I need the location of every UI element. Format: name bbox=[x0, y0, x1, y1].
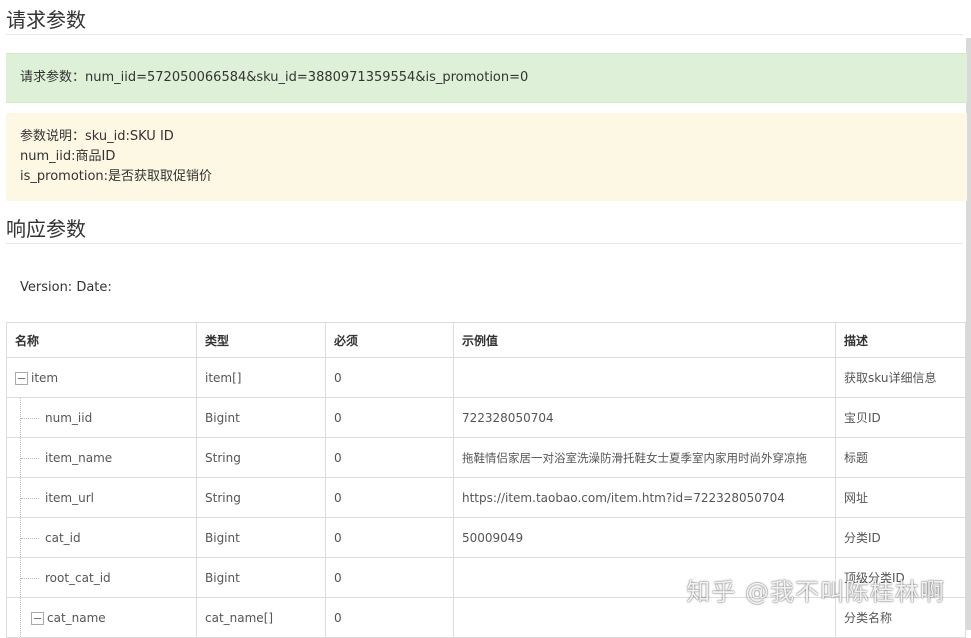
table-row: item_name String 0 拖鞋情侣家居一对浴室洗澡防滑托鞋女士夏季室… bbox=[6, 437, 966, 478]
collapse-toggle-icon[interactable] bbox=[15, 371, 28, 385]
tree-connector bbox=[20, 438, 21, 477]
row-name-cell: root_cat_id bbox=[6, 557, 197, 598]
row-required: 0 bbox=[325, 557, 454, 598]
row-name-cell: item_url bbox=[6, 477, 197, 518]
table-row: item_url String 0 https://item.taobao.co… bbox=[6, 477, 966, 518]
param-note-line: is_promotion:是否获取取促销价 bbox=[20, 169, 213, 184]
tree-branch bbox=[21, 497, 39, 499]
tree-connector bbox=[20, 558, 21, 597]
table-row: cat_id Bigint 0 50009049 分类ID bbox=[6, 517, 966, 558]
row-name-cell: num_iid bbox=[6, 397, 197, 438]
col-header-name: 名称 bbox=[6, 322, 197, 358]
row-required: 0 bbox=[325, 357, 454, 398]
row-desc: 宝贝ID bbox=[835, 397, 966, 438]
divider bbox=[6, 243, 963, 244]
row-name-cell: item_name bbox=[6, 437, 197, 478]
row-type: item[] bbox=[196, 357, 326, 398]
tree-branch bbox=[21, 537, 39, 539]
request-example-text: 请求参数：num_iid=572050066584&sku_id=3880971… bbox=[20, 70, 529, 85]
row-type: String bbox=[196, 437, 326, 478]
tree-connector bbox=[20, 598, 21, 637]
tree-branch bbox=[21, 457, 39, 459]
tree-branch bbox=[21, 577, 39, 579]
row-example: 50009049 bbox=[453, 517, 836, 558]
param-note-line: 参数说明：sku_id:SKU ID bbox=[20, 129, 174, 144]
request-example-alert: 请求参数：num_iid=572050066584&sku_id=3880971… bbox=[6, 53, 967, 103]
row-desc: 标题 bbox=[835, 437, 966, 478]
row-name-cell: item bbox=[6, 357, 197, 398]
col-header-example: 示例值 bbox=[453, 322, 836, 358]
request-params-heading: 请求参数 bbox=[6, 8, 86, 32]
row-name-cell: cat_name bbox=[6, 597, 197, 638]
table-header-row: 名称 类型 必须 示例值 描述 bbox=[6, 322, 966, 358]
tree-connector bbox=[20, 398, 21, 437]
row-type: String bbox=[196, 477, 326, 518]
row-type: Bigint bbox=[196, 517, 326, 558]
row-name: cat_name bbox=[47, 610, 106, 625]
tree-branch bbox=[21, 417, 39, 419]
row-name: cat_id bbox=[45, 530, 81, 545]
tree-connector bbox=[20, 518, 21, 557]
row-desc: 分类ID bbox=[835, 517, 966, 558]
row-desc: 网址 bbox=[835, 477, 966, 518]
col-header-desc: 描述 bbox=[835, 322, 966, 358]
row-required: 0 bbox=[325, 397, 454, 438]
row-required: 0 bbox=[325, 477, 454, 518]
row-example: 拖鞋情侣家居一对浴室洗澡防滑托鞋女士夏季室内家用时尚外穿凉拖 bbox=[453, 437, 836, 478]
row-type: cat_name[] bbox=[196, 597, 326, 638]
table-row: num_iid Bigint 0 722328050704 宝贝ID bbox=[6, 397, 966, 438]
col-header-required: 必须 bbox=[325, 322, 454, 358]
row-type: Bigint bbox=[196, 557, 326, 598]
row-type: Bigint bbox=[196, 397, 326, 438]
row-name: item bbox=[31, 370, 59, 385]
watermark: 知乎 @我不叫陈桂林啊 bbox=[686, 578, 945, 606]
row-name: item_url bbox=[45, 490, 94, 505]
row-desc: 获取sku详细信息 bbox=[835, 357, 966, 398]
col-header-type: 类型 bbox=[196, 322, 326, 358]
response-params-heading: 响应参数 bbox=[6, 217, 86, 241]
table-row: item item[] 0 获取sku详细信息 bbox=[6, 357, 966, 398]
row-required: 0 bbox=[325, 517, 454, 558]
row-name: root_cat_id bbox=[45, 570, 111, 585]
collapse-toggle-icon[interactable] bbox=[31, 611, 44, 625]
row-example bbox=[453, 357, 836, 398]
version-line: Version: Date: bbox=[20, 280, 112, 295]
row-example: https://item.taobao.com/item.htm?id=7223… bbox=[453, 477, 836, 518]
param-note-line: num_iid:商品ID bbox=[20, 149, 116, 164]
row-name: item_name bbox=[45, 450, 113, 465]
divider bbox=[6, 34, 963, 35]
row-required: 0 bbox=[325, 597, 454, 638]
param-notes-alert: 参数说明：sku_id:SKU ID num_iid:商品ID is_promo… bbox=[6, 113, 967, 201]
row-example: 722328050704 bbox=[453, 397, 836, 438]
row-name: num_iid bbox=[45, 410, 93, 425]
row-required: 0 bbox=[325, 437, 454, 478]
row-name-cell: cat_id bbox=[6, 517, 197, 558]
tree-connector bbox=[20, 478, 21, 517]
